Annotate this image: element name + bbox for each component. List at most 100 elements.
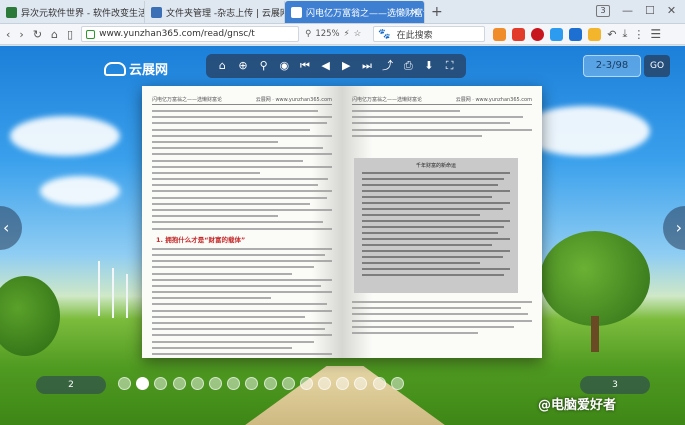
close-window-icon[interactable]: ✕ bbox=[667, 4, 676, 17]
yunzhan-logo[interactable]: 云展网 bbox=[104, 59, 168, 78]
text-line bbox=[152, 247, 332, 250]
page-dot[interactable] bbox=[354, 377, 368, 390]
search-input[interactable]: 🐾 在此搜索 bbox=[373, 26, 486, 42]
more-icon[interactable]: ⋮ bbox=[633, 28, 644, 41]
right-page-number[interactable]: 3 bbox=[580, 376, 650, 394]
url-text: www.yunzhan365.com/read/gnsc/t bbox=[99, 29, 255, 39]
home-icon[interactable]: ⌂ bbox=[51, 28, 58, 41]
page-dot[interactable] bbox=[118, 377, 131, 390]
tree-trunk bbox=[591, 316, 599, 352]
text-line bbox=[152, 297, 271, 300]
next-page-arrow[interactable]: › bbox=[663, 206, 685, 250]
translate-icon[interactable] bbox=[569, 27, 583, 41]
page-dot[interactable] bbox=[372, 377, 386, 390]
video-icon[interactable] bbox=[512, 27, 526, 41]
text-line bbox=[152, 209, 332, 211]
new-tab-button[interactable]: + bbox=[425, 1, 449, 23]
text-line bbox=[152, 147, 323, 150]
page-header: 闪电亿万富翁之——选懒财富论 云展网 · www.yunzhan365.com bbox=[352, 96, 532, 105]
back-icon[interactable]: ‹ bbox=[6, 28, 10, 41]
page-dot[interactable] bbox=[299, 377, 313, 390]
menu-icon[interactable]: ☰ bbox=[650, 27, 661, 41]
close-tab-icon[interactable]: × bbox=[411, 7, 419, 18]
viewer-toolbar: 云展网 ⌂ ⊕ ⚲ ◉ ⏮ ◀ ▶ ⏭ ⤴ ⎙ ⬇ ⛶ 2-3/98 GO bbox=[0, 46, 685, 90]
page-dot[interactable] bbox=[318, 377, 332, 390]
tab-active-book[interactable]: 闪电亿万富翁之——选懒财富论 × bbox=[285, 1, 425, 23]
text-line bbox=[362, 274, 505, 276]
text-line bbox=[352, 122, 511, 125]
cloud-logo-icon bbox=[104, 61, 126, 76]
adblock-icon[interactable] bbox=[531, 27, 545, 41]
page-number-input[interactable]: 2-3/98 bbox=[583, 55, 641, 77]
text-line bbox=[152, 202, 311, 205]
url-field[interactable]: www.yunzhan365.com/read/gnsc/t bbox=[81, 26, 300, 42]
go-button[interactable]: GO bbox=[644, 55, 670, 77]
page-dot[interactable] bbox=[263, 377, 277, 390]
windmill bbox=[98, 261, 100, 316]
cloud bbox=[10, 116, 120, 156]
page-dot[interactable] bbox=[390, 377, 404, 390]
text-line bbox=[362, 250, 510, 252]
maximize-icon[interactable]: ☐ bbox=[645, 4, 655, 17]
site-favicon-icon bbox=[151, 6, 162, 18]
text-block bbox=[352, 110, 532, 137]
site-favicon-icon bbox=[291, 6, 302, 18]
text-line bbox=[352, 116, 523, 119]
tree bbox=[0, 276, 60, 356]
tab-count-badge[interactable]: 3 bbox=[596, 4, 610, 17]
page-dot[interactable] bbox=[190, 377, 204, 390]
search-icon[interactable]: ⚲ bbox=[257, 59, 271, 73]
prev-page-arrow[interactable]: ‹ bbox=[0, 206, 22, 250]
page-dot[interactable] bbox=[208, 377, 222, 390]
page-dot[interactable] bbox=[281, 377, 295, 390]
cloud bbox=[40, 176, 120, 206]
page-dot[interactable] bbox=[172, 377, 186, 390]
left-page[interactable]: 闪电亿万富翁之——选懒财富论 云展网 · www.yunzhan365.com … bbox=[142, 86, 342, 358]
reload-icon[interactable]: ↻ bbox=[33, 28, 42, 41]
right-page[interactable]: 闪电亿万富翁之——选懒财富论 云展网 · www.yunzhan365.com … bbox=[342, 86, 542, 358]
page-header: 闪电亿万富翁之——选懒财富论 云展网 · www.yunzhan365.com bbox=[152, 96, 332, 105]
text-line bbox=[362, 184, 499, 186]
text-line bbox=[352, 325, 514, 328]
paint-icon[interactable] bbox=[550, 27, 564, 41]
text-line bbox=[352, 313, 529, 316]
screenshot-icon[interactable] bbox=[588, 27, 602, 41]
minimize-icon[interactable]: — bbox=[622, 4, 633, 17]
text-line bbox=[362, 220, 510, 222]
prev-page-icon[interactable]: ◀ bbox=[319, 59, 333, 73]
share-icon[interactable]: ⤴ bbox=[381, 59, 395, 73]
download-icon[interactable]: ⬇ bbox=[422, 59, 436, 73]
close-tab-icon[interactable]: × bbox=[271, 7, 279, 18]
page-dot[interactable] bbox=[227, 377, 241, 390]
lightning-icon[interactable]: ⚡ bbox=[344, 29, 350, 39]
forward-icon[interactable]: › bbox=[19, 28, 23, 41]
page-dot[interactable] bbox=[245, 377, 259, 390]
page-dot[interactable] bbox=[136, 377, 150, 390]
text-line bbox=[152, 266, 314, 269]
last-page-icon[interactable]: ⏭ bbox=[360, 59, 374, 73]
print-icon[interactable]: ⎙ bbox=[401, 59, 415, 73]
autoplay-icon[interactable]: ◉ bbox=[277, 59, 291, 73]
tab-folder-manage[interactable]: 文件夹管理 -杂志上传 | 云展网 × bbox=[145, 1, 285, 23]
bookmark-icon[interactable]: ☆ bbox=[354, 29, 362, 39]
page-dot[interactable] bbox=[336, 377, 350, 390]
first-page-icon[interactable]: ⏮ bbox=[298, 59, 312, 73]
search-engine-icon[interactable]: 🐾 bbox=[378, 29, 390, 40]
text-line bbox=[152, 227, 332, 230]
zoom-indicator[interactable]: ⚲ 125% ⚡ ☆ bbox=[305, 29, 361, 39]
next-page-icon[interactable]: ▶ bbox=[339, 59, 353, 73]
page-dot[interactable] bbox=[154, 377, 168, 390]
reader-icon[interactable]: ▯ bbox=[67, 28, 73, 41]
home-icon[interactable]: ⌂ bbox=[215, 59, 229, 73]
fullscreen-icon[interactable]: ⛶ bbox=[443, 59, 457, 73]
page-header-left: 闪电亿万富翁之——选懒财富论 bbox=[152, 97, 223, 103]
tab-yicyuan[interactable]: 异次元软件世界 - 软件改变生活! bbox=[0, 1, 145, 23]
left-page-number[interactable]: 2 bbox=[36, 376, 106, 394]
undo-icon[interactable]: ↶ bbox=[607, 28, 616, 41]
text-line bbox=[152, 272, 293, 275]
game-icon[interactable] bbox=[493, 27, 507, 41]
download-icon[interactable]: ⤓ bbox=[622, 27, 627, 41]
zoom-in-icon[interactable]: ⊕ bbox=[236, 59, 250, 73]
text-line bbox=[362, 226, 505, 228]
page-header-left: 闪电亿万富翁之——选懒财富论 bbox=[352, 97, 423, 103]
